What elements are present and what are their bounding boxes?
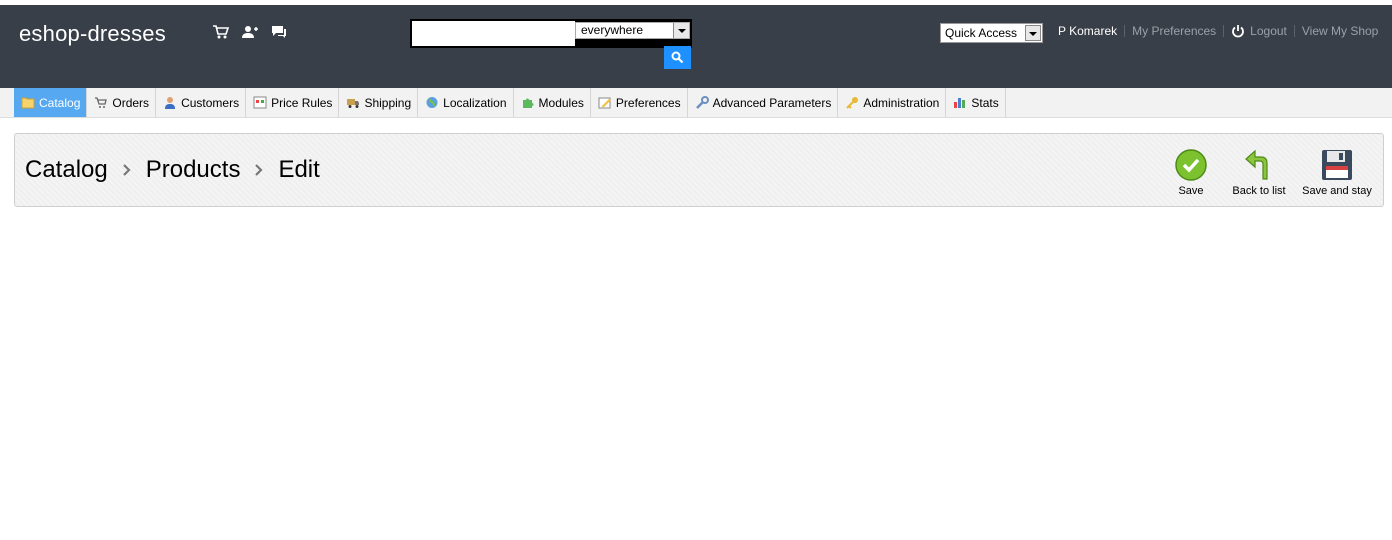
back-arrow-icon (1245, 149, 1268, 180)
save-and-stay-label: Save and stay (1302, 185, 1372, 197)
menu-item-label: Catalog (39, 95, 81, 110)
folder-icon (21, 96, 35, 109)
chevron-down-icon (673, 23, 689, 38)
breadcrumb-item: Edit (278, 156, 320, 183)
menu-item-label: Shipping (364, 95, 412, 110)
floppy-disk-icon (1322, 150, 1352, 180)
menu-item-shipping[interactable]: Shipping (339, 88, 419, 117)
search-button[interactable] (664, 46, 691, 69)
search-input[interactable] (412, 21, 575, 46)
user-name: P Komarek (1058, 24, 1118, 38)
my-preferences-link[interactable]: My Preferences (1132, 24, 1216, 38)
quick-access-label: Quick Access (945, 26, 1018, 40)
divider (1223, 25, 1225, 37)
menu-item-advanced-parameters[interactable]: Advanced Parameters (688, 88, 839, 117)
menu-item-price-rules[interactable]: Price Rules (246, 88, 340, 117)
logout-label: Logout (1250, 24, 1287, 38)
menu-item-label: Customers (181, 95, 240, 110)
save-and-stay-button[interactable]: Save and stay (1300, 149, 1374, 197)
top-header: eshop-dresses everywhere Quick Access P … (0, 0, 1392, 88)
user-links: P Komarek My Preferences Logout View My … (1058, 24, 1378, 38)
menu-item-orders[interactable]: Orders (87, 88, 157, 117)
menu-item-catalog[interactable]: Catalog (14, 88, 88, 117)
breadcrumb-item[interactable]: Catalog (25, 156, 108, 184)
price-rules-icon (253, 96, 267, 109)
search-box: everywhere (410, 19, 692, 48)
menu-item-label: Orders (112, 95, 150, 110)
bar-chart-icon (953, 96, 967, 109)
menu-item-label: Advanced Parameters (712, 95, 832, 110)
menu-item-customers[interactable]: Customers (156, 88, 247, 117)
cart-icon (94, 96, 108, 109)
menu-item-localization[interactable]: Localization (418, 88, 514, 117)
logout-link[interactable]: Logout (1231, 24, 1287, 38)
shop-name[interactable]: eshop-dresses (19, 21, 166, 47)
customers-icon[interactable] (241, 24, 259, 40)
menu-item-label: Modules (538, 95, 584, 110)
breadcrumb-item[interactable]: Products (146, 156, 241, 184)
menu-item-administration[interactable]: Administration (838, 88, 947, 117)
user-icon (163, 96, 177, 109)
search-scope-value: everywhere (581, 23, 644, 37)
menu-item-label: Price Rules (271, 95, 333, 110)
preferences-icon (598, 96, 612, 109)
menu-item-label: Administration (863, 95, 940, 110)
wrench-icon (695, 96, 709, 109)
menu-item-label: Localization (443, 95, 507, 110)
check-circle-icon (1175, 149, 1207, 181)
cart-icon[interactable] (212, 24, 230, 40)
chevron-down-icon (1025, 25, 1041, 41)
back-to-list-label: Back to list (1232, 185, 1286, 197)
breadcrumb: Catalog Products Edit (25, 156, 320, 184)
menu-item-stats[interactable]: Stats (946, 88, 1006, 117)
search-icon (671, 51, 684, 64)
menu-item-preferences[interactable]: Preferences (591, 88, 688, 117)
main-menu: Catalog Orders Customers Price Rules Shi… (0, 88, 1392, 118)
messages-icon[interactable] (270, 24, 288, 40)
page-toolbar: Catalog Products Edit Save Back to list … (14, 133, 1384, 207)
search-scope-select[interactable]: everywhere (575, 22, 690, 39)
chevron-right-icon (122, 156, 132, 184)
globe-icon (425, 96, 439, 109)
back-to-list-button[interactable]: Back to list (1229, 149, 1289, 197)
save-button[interactable]: Save (1173, 149, 1209, 197)
divider (1293, 25, 1295, 37)
menu-item-label: Preferences (615, 95, 681, 110)
menu-item-modules[interactable]: Modules (514, 88, 591, 117)
truck-icon (346, 96, 360, 109)
menu-item-label: Stats (971, 95, 999, 110)
view-my-shop-link[interactable]: View My Shop (1302, 24, 1378, 38)
divider (1124, 25, 1126, 37)
quick-access-select[interactable]: Quick Access (940, 23, 1043, 43)
save-label: Save (1178, 185, 1204, 197)
chevron-right-icon (254, 156, 264, 184)
quick-icons (212, 24, 288, 40)
key-icon (845, 96, 859, 109)
power-icon (1232, 25, 1245, 38)
puzzle-icon (521, 96, 535, 109)
